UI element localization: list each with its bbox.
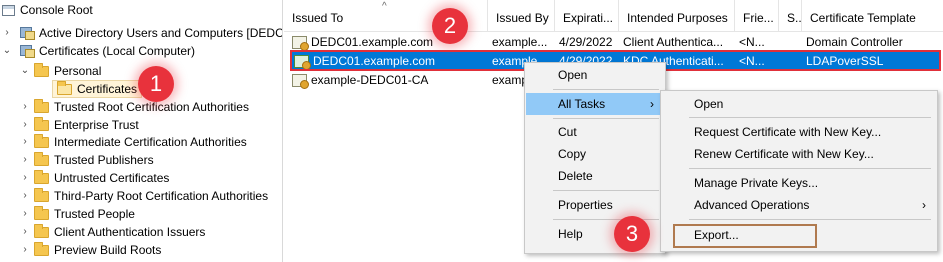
column-header-intended-purposes[interactable]: Intended Purposes (619, 0, 735, 32)
tree-item-personal[interactable]: ⌄ Personal (20, 62, 101, 80)
folder-icon (34, 169, 49, 184)
folder-icon (34, 133, 49, 148)
chevron-right-icon: › (650, 97, 654, 111)
submenu-item-advanced-operations[interactable]: Advanced Operations › (662, 194, 936, 216)
chevron-down-icon[interactable]: ⌄ (20, 62, 30, 80)
chevron-right-icon[interactable]: › (20, 98, 30, 116)
menu-separator (689, 117, 931, 118)
folder-icon (34, 62, 49, 77)
tree-item-label: Certificates (Local Computer) (39, 44, 196, 58)
tree-item-third-party-root[interactable]: › Third-Party Root Certification Authori… (20, 187, 268, 205)
chevron-right-icon[interactable]: › (2, 24, 12, 42)
console-tree: Console Root › Active Directory Users an… (0, 0, 283, 262)
menu-separator (553, 89, 659, 90)
chevron-right-icon[interactable]: › (20, 116, 30, 134)
chevron-right-icon[interactable]: › (20, 205, 30, 223)
chevron-down-icon[interactable]: ⌄ (2, 42, 12, 60)
list-header: ^ Issued To Issued By Expirati... Intend… (284, 0, 943, 32)
tree-item-label: Enterprise Trust (54, 118, 139, 132)
cell-text: DEDC01.example.com (311, 35, 434, 49)
tree-item-label: Untrusted Certificates (54, 171, 170, 185)
folder-icon (34, 116, 49, 131)
menu-separator (689, 219, 931, 220)
menu-item-cut[interactable]: Cut (526, 121, 664, 143)
column-header-certificate-template[interactable]: Certificate Template (802, 0, 943, 32)
tree-item-enterprise-trust[interactable]: › Enterprise Trust (20, 116, 139, 134)
menu-item-label: Advanced Operations (694, 198, 810, 212)
submenu-item-renew-new-key[interactable]: Renew Certificate with New Key... (662, 143, 936, 165)
chevron-right-icon[interactable]: › (20, 133, 30, 151)
menu-item-all-tasks[interactable]: All Tasks › (526, 93, 664, 115)
tree-item-label: Trusted People (54, 207, 135, 221)
tree-item-label: Intermediate Certification Authorities (54, 135, 247, 149)
chevron-right-icon[interactable]: › (20, 151, 30, 169)
folder-icon (34, 98, 49, 113)
tree-item-personal-certificates[interactable]: Certificates (52, 80, 143, 98)
tree-item-ad-users[interactable]: › Active Directory Users and Computers [… (2, 24, 283, 42)
tree-item-label: Client Authentication Issuers (54, 225, 206, 239)
table-row[interactable]: DEDC01.example.com example... 4/29/2022 … (288, 32, 943, 52)
step-badge-2: 2 (432, 8, 468, 44)
menu-separator (553, 118, 659, 119)
chevron-right-icon[interactable]: › (20, 241, 30, 259)
cell-friendly-name: <N... (739, 35, 765, 49)
cell-template: Domain Controller (806, 35, 903, 49)
tree-item-preview-build-roots[interactable]: › Preview Build Roots (20, 241, 161, 259)
tree-item-console-root[interactable]: Console Root (2, 1, 93, 19)
menu-separator (689, 168, 931, 169)
column-header-expiration[interactable]: Expirati... (555, 0, 619, 32)
console-root-icon (2, 4, 15, 16)
certificate-icon (292, 73, 309, 89)
tree-item-trusted-people[interactable]: › Trusted People (20, 205, 135, 223)
tree-item-label: Preview Build Roots (54, 243, 162, 257)
menu-item-label: All Tasks (558, 97, 606, 111)
folder-icon (34, 241, 49, 256)
column-header-issued-by[interactable]: Issued By (488, 0, 555, 32)
column-header-friendly-name[interactable]: Frie... (735, 0, 779, 32)
chevron-right-icon[interactable]: › (20, 169, 30, 187)
tree-item-label: Third-Party Root Certification Authoriti… (54, 189, 269, 203)
cert-store-icon (20, 45, 35, 58)
menu-separator (553, 190, 659, 191)
step-badge-3: 3 (614, 216, 650, 252)
tree-item-untrusted[interactable]: › Untrusted Certificates (20, 169, 169, 187)
tree-item-certificates-local[interactable]: ⌄ Certificates (Local Computer) (2, 42, 195, 60)
tree-item-label: Console Root (20, 3, 93, 17)
step-badge-1: 1 (138, 66, 174, 102)
cell-expiration: 4/29/2022 (559, 35, 613, 49)
tree-item-label: Active Directory Users and Computers [DE… (39, 26, 283, 40)
tree-item-trusted-root[interactable]: › Trusted Root Certification Authorities (20, 98, 249, 116)
cell-text: example-DEDC01-CA (311, 73, 429, 87)
tree-item-client-auth-issuers[interactable]: › Client Authentication Issuers (20, 223, 205, 241)
export-highlight (673, 224, 817, 248)
cell-purposes: Client Authentica... (623, 35, 724, 49)
tree-item-trusted-publishers[interactable]: › Trusted Publishers (20, 151, 154, 169)
menu-item-copy[interactable]: Copy (526, 143, 664, 165)
tree-item-intermediate-ca[interactable]: › Intermediate Certification Authorities (20, 133, 247, 151)
certificate-icon (292, 35, 309, 51)
folder-icon (34, 223, 49, 238)
submenu-item-manage-private-keys[interactable]: Manage Private Keys... (662, 172, 936, 194)
cell-issued-by: example... (492, 35, 548, 49)
tree-item-label: Personal (54, 64, 102, 78)
submenu-item-open[interactable]: Open (662, 93, 936, 115)
chevron-right-icon: › (922, 198, 926, 212)
cell-issued-to: example-DEDC01-CA (288, 70, 488, 90)
chevron-right-icon[interactable]: › (20, 223, 30, 241)
ad-users-icon (20, 27, 35, 40)
menu-item-delete[interactable]: Delete (526, 165, 664, 187)
folder-icon (34, 205, 49, 220)
selected-node[interactable]: Certificates (52, 80, 143, 98)
chevron-right-icon[interactable]: › (20, 187, 30, 205)
column-header-status[interactable]: S... (779, 0, 802, 32)
folder-icon (34, 187, 49, 202)
folder-icon (57, 80, 72, 95)
menu-item-open[interactable]: Open (526, 64, 664, 86)
folder-icon (34, 151, 49, 166)
tree-item-label: Certificates (77, 82, 138, 96)
menu-item-properties[interactable]: Properties (526, 194, 664, 216)
submenu-item-request-new-key[interactable]: Request Certificate with New Key... (662, 121, 936, 143)
tree-item-label: Trusted Publishers (54, 153, 154, 167)
